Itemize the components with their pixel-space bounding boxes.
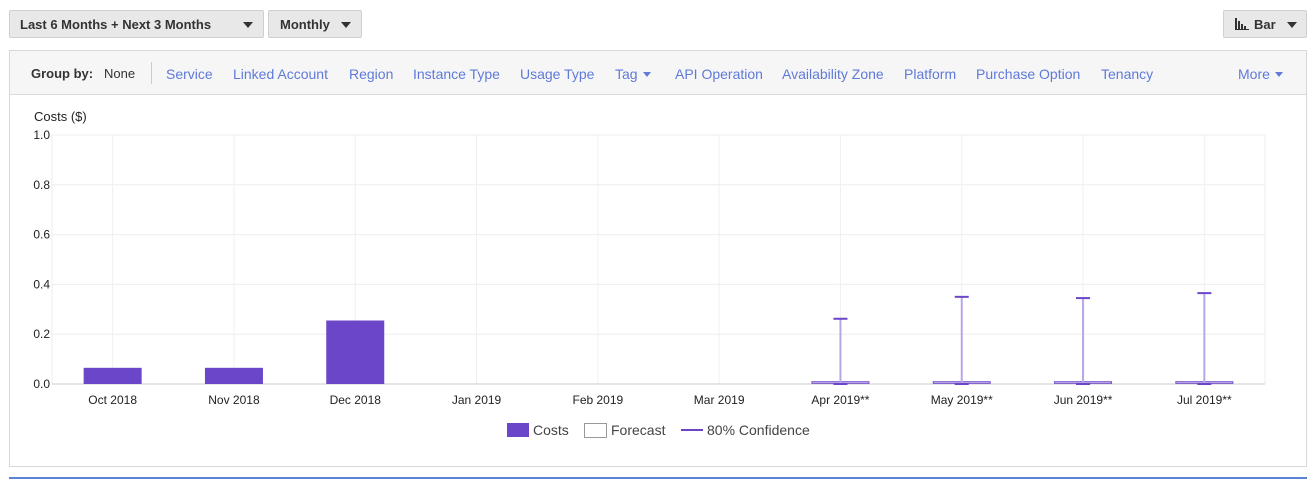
chart-type-label: Bar [1254,16,1276,32]
group-by-availability-zone[interactable]: Availability Zone [782,66,884,82]
chevron-down-icon [1274,72,1283,77]
group-by-usage-type[interactable]: Usage Type [520,66,594,82]
group-by-current: None [104,66,136,81]
chevron-down-icon [341,22,351,28]
group-by-instance-type[interactable]: Instance Type [413,66,500,82]
group-by-tenancy[interactable]: Tenancy [1101,66,1153,82]
chart-type-dropdown[interactable]: Bar [1223,10,1307,38]
chart-panel: Group by: None Service Linked Account Re… [9,50,1307,467]
group-by-region[interactable]: Region [349,66,393,82]
chevron-down-icon [1287,22,1297,28]
group-by-service[interactable]: Service [166,66,213,82]
group-by-more[interactable]: More [1238,66,1283,82]
granularity-dropdown[interactable]: Monthly [268,10,362,38]
bar-chart-icon [1235,18,1249,30]
group-by-platform[interactable]: Platform [904,66,956,82]
group-by-bar: Group by: None Service Linked Account Re… [10,51,1306,95]
divider [151,62,152,84]
date-range-label: Last 6 Months + Next 3 Months [20,16,212,32]
chevron-down-icon [642,72,651,77]
date-range-dropdown[interactable]: Last 6 Months + Next 3 Months [9,10,264,38]
group-by-label: Group by: [31,66,94,81]
group-by-api-operation[interactable]: API Operation [675,66,763,82]
granularity-label: Monthly [280,16,330,32]
group-by-linked-account[interactable]: Linked Account [233,66,328,82]
y-axis-label: Costs ($) [34,109,87,124]
group-by-tag[interactable]: Tag [615,66,651,82]
divider [9,477,1307,479]
group-by-purchase-option[interactable]: Purchase Option [976,66,1080,82]
chevron-down-icon [243,22,253,28]
